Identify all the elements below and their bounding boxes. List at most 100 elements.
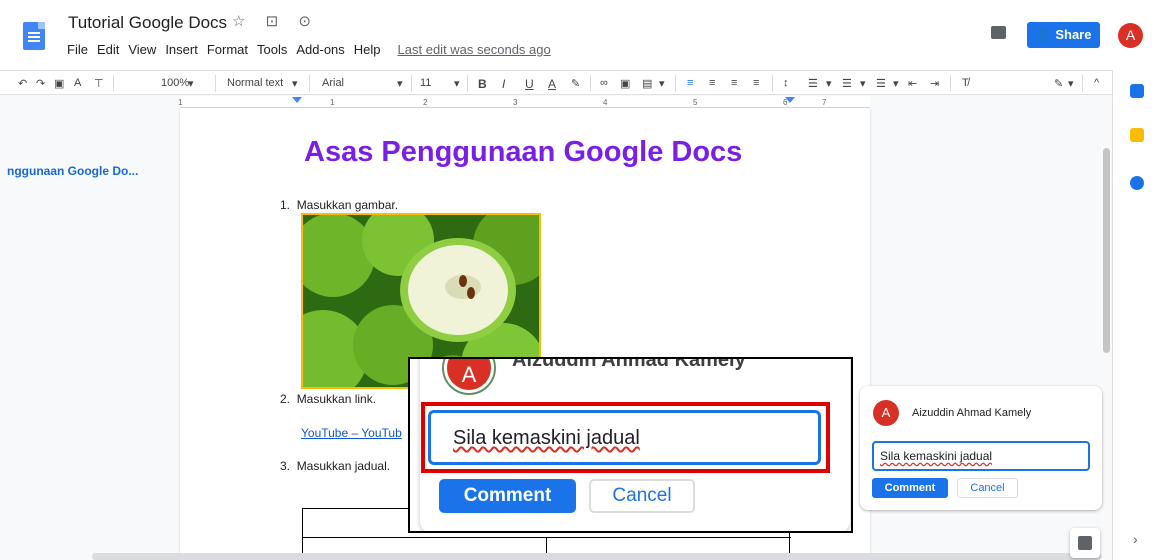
italic-button[interactable]: I bbox=[502, 77, 505, 91]
list-item: 1. Masukkan gambar. bbox=[280, 198, 398, 212]
top-bar: Tutorial Google Docs ☆ ⊡ ⊙ File Edit Vie… bbox=[0, 0, 1156, 70]
spellcheck-icon[interactable]: A bbox=[74, 77, 81, 89]
ruler-tick: 7 bbox=[822, 98, 827, 107]
clear-formatting-icon[interactable]: T̸ bbox=[962, 77, 969, 89]
menu-addons[interactable]: Add-ons bbox=[296, 42, 344, 57]
insert-image-icon[interactable]: ▤ bbox=[642, 77, 652, 90]
calendar-icon[interactable] bbox=[1130, 84, 1144, 98]
menu-format[interactable]: Format bbox=[207, 42, 248, 57]
menu-tools[interactable]: Tools bbox=[257, 42, 287, 57]
list-text: Masukkan link. bbox=[296, 392, 377, 406]
vertical-scrollbar[interactable] bbox=[1103, 148, 1110, 353]
justify-icon[interactable]: ≡ bbox=[753, 77, 759, 89]
list-item: 3. Masukkan jadual. bbox=[280, 459, 390, 473]
chevron-down-icon: ▾ bbox=[454, 78, 460, 90]
comment-history-icon[interactable] bbox=[991, 26, 1006, 39]
ruler-tick: 3 bbox=[513, 98, 518, 107]
youtube-link[interactable]: YouTube – YouTub bbox=[301, 426, 402, 440]
explore-button[interactable] bbox=[1070, 528, 1100, 558]
editing-mode-icon[interactable]: ✎ bbox=[1054, 77, 1063, 90]
comment-author: Aizuddin Ahmad Kamely bbox=[912, 407, 1032, 419]
chevron-down-icon: ▾ bbox=[826, 78, 832, 90]
menu-view[interactable]: View bbox=[128, 42, 156, 57]
list-text: Masukkan jadual. bbox=[296, 459, 391, 473]
list-number: 1. bbox=[280, 198, 291, 212]
zoomed-cancel-button[interactable]: Cancel bbox=[589, 479, 695, 513]
chevron-down-icon: ▾ bbox=[860, 78, 866, 90]
keep-icon[interactable] bbox=[1130, 128, 1144, 142]
list-number: 3. bbox=[280, 459, 291, 473]
undo-icon[interactable]: ↶ bbox=[18, 77, 27, 90]
highlight-icon[interactable]: ✎ bbox=[571, 77, 580, 90]
decrease-indent-icon[interactable]: ⇤ bbox=[908, 77, 917, 90]
link-icon[interactable]: ∞ bbox=[600, 77, 608, 89]
menu-file[interactable]: File bbox=[67, 42, 88, 57]
chevron-up-icon[interactable]: ^ bbox=[1094, 77, 1099, 89]
chevron-down-icon: ▾ bbox=[659, 78, 665, 90]
underline-button[interactable]: U bbox=[525, 77, 534, 91]
ruler-tick: 1 bbox=[330, 98, 335, 107]
outline-item[interactable]: nggunaan Google Do... bbox=[7, 164, 138, 178]
indent-marker[interactable] bbox=[292, 97, 302, 103]
print-icon[interactable]: ▣ bbox=[54, 77, 64, 90]
document-title[interactable]: Tutorial Google Docs bbox=[68, 13, 227, 33]
menu-bar: File Edit View Insert Format Tools Add-o… bbox=[67, 42, 551, 57]
share-button[interactable]: 👤 Share bbox=[1027, 22, 1100, 48]
zoomed-avatar: A bbox=[444, 359, 494, 393]
share-label: Share bbox=[1055, 27, 1092, 42]
paint-format-icon[interactable]: ⊤ bbox=[94, 77, 104, 90]
horizontal-scrollbar[interactable] bbox=[92, 553, 1102, 560]
checklist-icon[interactable]: ☰ bbox=[808, 77, 818, 90]
ruler-tick: 5 bbox=[693, 98, 698, 107]
bold-button[interactable]: B bbox=[478, 77, 487, 91]
menu-insert[interactable]: Insert bbox=[165, 42, 198, 57]
zoom-select[interactable]: 100% bbox=[161, 77, 189, 89]
align-left-icon[interactable]: ≡ bbox=[687, 77, 693, 89]
paragraph-style-select[interactable]: Normal text bbox=[227, 77, 283, 89]
redo-icon[interactable]: ↷ bbox=[36, 77, 45, 90]
share-person-icon: 👤 bbox=[1035, 27, 1056, 42]
numbered-list-icon[interactable]: ☰ bbox=[876, 77, 886, 90]
side-panel-rail bbox=[1112, 70, 1156, 560]
menu-edit[interactable]: Edit bbox=[97, 42, 119, 57]
chevron-down-icon: ▾ bbox=[893, 78, 899, 90]
document-heading: Asas Penggunaan Google Docs bbox=[304, 136, 743, 168]
star-move-status-icons[interactable]: ☆ ⊡ ⊙ bbox=[232, 12, 319, 30]
font-size-select[interactable]: 11 bbox=[420, 77, 431, 89]
google-docs-window: Tutorial Google Docs ☆ ⊡ ⊙ File Edit Vie… bbox=[0, 0, 1156, 560]
ruler-tick: 2 bbox=[423, 98, 428, 107]
tasks-icon[interactable] bbox=[1130, 176, 1144, 190]
increase-indent-icon[interactable]: ⇥ bbox=[930, 77, 939, 90]
list-number: 2. bbox=[280, 392, 291, 406]
highlight-box bbox=[421, 402, 830, 473]
docs-logo-icon[interactable] bbox=[23, 22, 45, 50]
comment-input-value: Sila kemaskini jadual bbox=[880, 449, 993, 463]
add-comment-icon[interactable]: ▣ bbox=[620, 77, 630, 90]
align-right-icon[interactable]: ≡ bbox=[731, 77, 737, 89]
comment-avatar: A bbox=[873, 400, 899, 426]
font-select[interactable]: Arial bbox=[322, 77, 344, 89]
cancel-button[interactable]: Cancel bbox=[957, 478, 1018, 498]
bulleted-list-icon[interactable]: ☰ bbox=[842, 77, 852, 90]
ruler-tick: 4 bbox=[603, 98, 608, 107]
ruler[interactable]: 1 1 2 3 4 5 6 7 bbox=[178, 96, 870, 108]
comment-button[interactable]: Comment bbox=[872, 478, 948, 498]
list-text: Masukkan gambar. bbox=[296, 198, 399, 212]
comment-card: A Aizuddin Ahmad Kamely Sila kemaskini j… bbox=[860, 386, 1102, 510]
comment-input[interactable]: Sila kemaskini jadual bbox=[872, 441, 1090, 471]
zoomed-author: Aizuddin Ahmad Kamely bbox=[512, 357, 746, 371]
chevron-down-icon: ▾ bbox=[1068, 78, 1074, 90]
align-center-icon[interactable]: ≡ bbox=[709, 77, 715, 89]
explore-icon bbox=[1078, 536, 1092, 550]
zoomed-comment-button[interactable]: Comment bbox=[439, 479, 576, 513]
chevron-down-icon: ▾ bbox=[188, 78, 194, 90]
formatting-toolbar: ↶ ↷ ▣ A ⊤ 100% ▾ Normal text ▾ Arial ▾ 1… bbox=[0, 70, 1112, 95]
chevron-right-icon[interactable]: › bbox=[1133, 531, 1138, 547]
menu-help[interactable]: Help bbox=[354, 42, 381, 57]
ruler-tick: 1 bbox=[178, 98, 183, 107]
text-color-button[interactable]: A bbox=[548, 77, 556, 91]
account-avatar[interactable]: A bbox=[1118, 23, 1143, 48]
right-indent-marker[interactable] bbox=[785, 97, 795, 103]
line-spacing-icon[interactable]: ↕ bbox=[783, 77, 789, 89]
last-edit-link[interactable]: Last edit was seconds ago bbox=[398, 42, 551, 57]
